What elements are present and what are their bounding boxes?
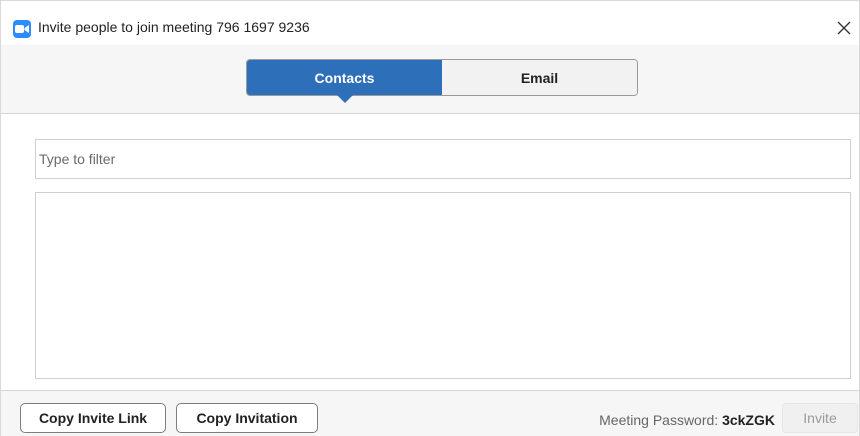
copy-invitation-button[interactable]: Copy Invitation — [176, 403, 318, 433]
filter-input[interactable] — [35, 139, 851, 179]
window-title: Invite people to join meeting 796 1697 9… — [38, 19, 310, 35]
meeting-password: Meeting Password: 3ckZGK — [599, 412, 775, 428]
title-bar: Invite people to join meeting 796 1697 9… — [1, 1, 859, 45]
meeting-password-value: 3ckZGK — [722, 412, 775, 428]
invite-button[interactable]: Invite — [782, 403, 858, 433]
footer-bar: Copy Invite Link Copy Invitation Meeting… — [1, 390, 859, 436]
invite-dialog: Invite people to join meeting 796 1697 9… — [0, 0, 860, 436]
tab-switcher: Contacts Email — [246, 59, 638, 103]
tab-contacts[interactable]: Contacts — [247, 60, 442, 103]
tab-header: Contacts Email — [1, 45, 859, 114]
copy-invite-link-button[interactable]: Copy Invite Link — [20, 403, 166, 433]
tab-email[interactable]: Email — [442, 60, 637, 95]
close-icon[interactable] — [833, 17, 855, 39]
contact-list[interactable] — [35, 192, 851, 379]
meeting-password-label: Meeting Password: — [599, 412, 719, 428]
zoom-camera-icon — [13, 20, 31, 38]
